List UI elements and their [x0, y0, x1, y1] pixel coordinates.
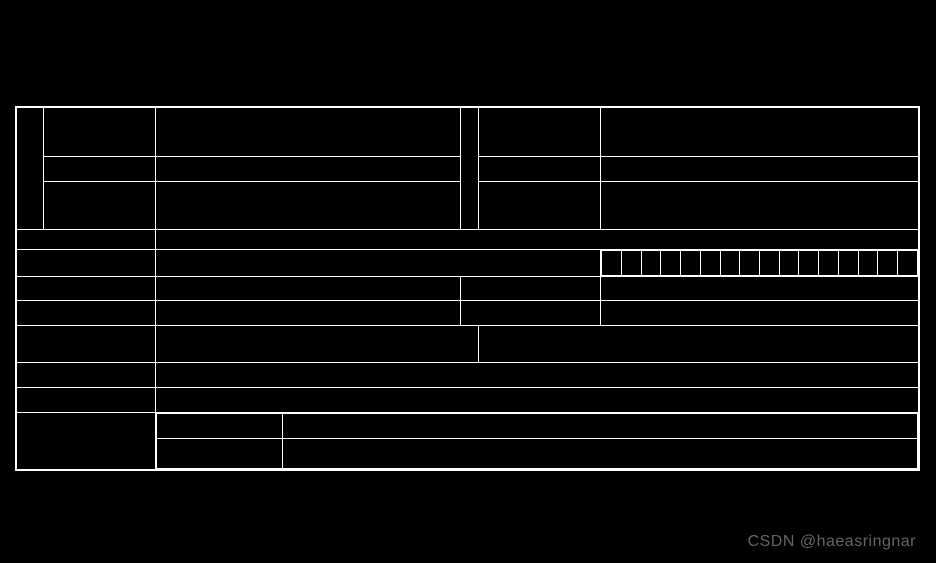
cell — [282, 414, 917, 439]
cell — [601, 157, 919, 182]
table-row — [17, 326, 919, 363]
grid-cell — [898, 251, 918, 276]
cell — [43, 182, 155, 230]
table-row — [17, 108, 919, 157]
cell — [17, 413, 156, 470]
cell — [461, 108, 479, 230]
table-row — [17, 388, 919, 413]
cell — [461, 301, 601, 326]
table-row — [17, 277, 919, 301]
cell — [461, 277, 601, 301]
grid-cell — [740, 251, 760, 276]
cell — [155, 250, 600, 277]
cell — [17, 230, 156, 250]
cell — [601, 182, 919, 230]
table-row — [17, 301, 919, 326]
cell — [17, 250, 156, 277]
watermark: CSDN @haeasringnar — [748, 533, 916, 551]
cell — [155, 363, 918, 388]
cell — [155, 157, 461, 182]
grid-table — [601, 250, 918, 276]
grid-cell — [700, 251, 720, 276]
cell — [282, 439, 917, 469]
grid-cell — [602, 251, 622, 276]
cell — [155, 108, 461, 157]
cell — [17, 108, 44, 230]
grid-cell — [858, 251, 878, 276]
cell — [155, 413, 918, 470]
table-row — [17, 250, 919, 277]
cell — [601, 108, 919, 157]
table-row — [17, 230, 919, 250]
cell — [601, 277, 919, 301]
form-table — [16, 107, 919, 470]
grid-cell — [661, 251, 681, 276]
cell — [156, 414, 282, 439]
cell — [43, 157, 155, 182]
cell — [155, 301, 461, 326]
cell — [155, 277, 461, 301]
table-row — [17, 413, 919, 470]
cell — [479, 326, 919, 363]
cell — [17, 326, 156, 363]
form-table-container — [15, 106, 920, 471]
cell — [479, 108, 601, 157]
cell — [17, 363, 156, 388]
table-row — [17, 363, 919, 388]
grid-cell-container — [601, 250, 919, 277]
cell — [156, 439, 282, 469]
cell — [155, 230, 918, 250]
cell — [155, 182, 461, 230]
grid-cell — [622, 251, 642, 276]
grid-cell — [878, 251, 898, 276]
cell — [17, 301, 156, 326]
cell — [43, 108, 155, 157]
cell — [155, 326, 479, 363]
cell — [17, 277, 156, 301]
grid-cell — [641, 251, 661, 276]
grid-cell — [779, 251, 799, 276]
cell — [479, 182, 601, 230]
cell — [155, 388, 918, 413]
grid-cell — [799, 251, 819, 276]
grid-cell — [760, 251, 780, 276]
cell — [17, 388, 156, 413]
cell — [479, 157, 601, 182]
grid-cell — [720, 251, 740, 276]
grid-cell — [681, 251, 701, 276]
grid-cell — [838, 251, 858, 276]
cell — [601, 301, 919, 326]
grid-cell — [819, 251, 839, 276]
